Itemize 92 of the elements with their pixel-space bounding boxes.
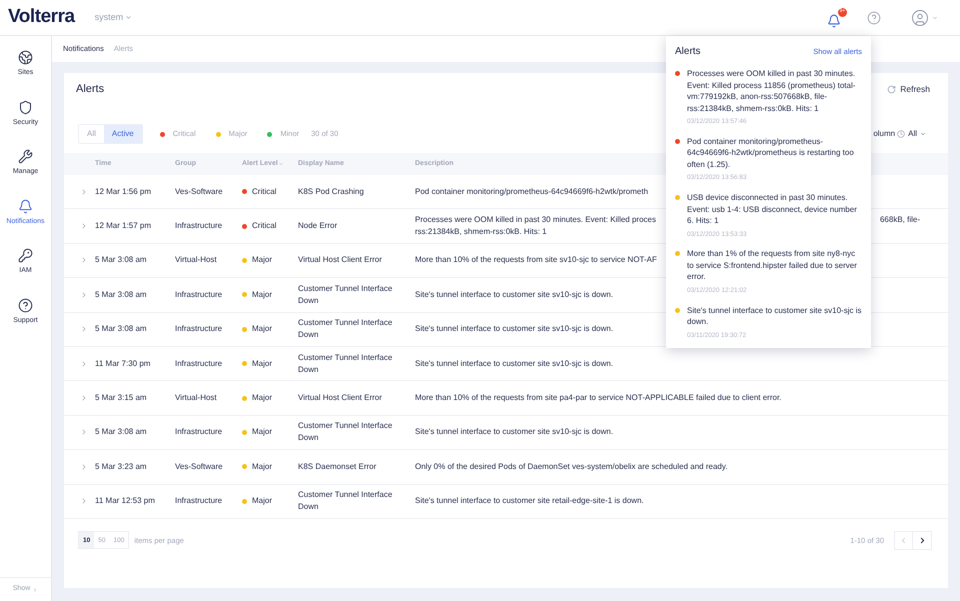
- table-cell: Major: [252, 495, 272, 508]
- table-cell: Ves-Software: [175, 462, 223, 471]
- table-cell: K8S Daemonset Error: [298, 462, 376, 471]
- table-cell: 5 Mar 3:08 am: [95, 255, 147, 264]
- expand-icon[interactable]: [80, 497, 88, 506]
- caret-icon: [920, 131, 926, 137]
- table-cell: Customer Tunnel Interface Down: [298, 284, 392, 305]
- filter-tab[interactable]: Active: [104, 125, 142, 143]
- table-cell: Site's tunnel interface to customer site sv10-sjc is down.: [415, 358, 614, 370]
- table-row[interactable]: 5 Mar 3:08 am Infrastructure Major Customer Tunnel Interface Down Site's tunnel interface to customer site sv10-sjc is down.: [64, 416, 948, 450]
- table-cell: 5 Mar 3:15 am: [95, 393, 147, 402]
- clock-icon: [897, 130, 906, 138]
- table-cell: 5 Mar 3:08 am: [95, 427, 147, 436]
- table-row[interactable]: 5 Mar 3:15 am Virtual-Host Major Virtual Host Client Error More than 10% of the requests from site pa4-par to service NOT-APPLICABLE failed due to client error.: [64, 381, 948, 416]
- table-cell: Customer Tunnel Interface Down: [298, 421, 392, 442]
- help-icon: [18, 298, 33, 312]
- table-cell: Site's tunnel interface to customer site retail-edge-site-1 is down.: [415, 495, 644, 508]
- table-cell: K8S Pod Crashing: [298, 186, 364, 196]
- help-icon[interactable]: [867, 10, 881, 24]
- table-cell: 5 Mar 3:23 am: [95, 462, 147, 471]
- table-row[interactable]: 5 Mar 3:23 am Ves-Software Major K8S Daemonset Error Only 0% of the desired Pods of DaemonSet ves-system/obelix are scheduled and ready.: [64, 450, 948, 485]
- wrench-icon: [18, 149, 33, 164]
- refresh-icon: [887, 84, 896, 94]
- table-cell: Node Error: [298, 221, 338, 230]
- table-cell: 668kB, file-: [880, 214, 920, 226]
- table-cell: Virtual-Host: [175, 255, 217, 264]
- table-cell: Only 0% of the desired Pods of DaemonSet ves-system/obelix are scheduled and ready.: [415, 460, 728, 473]
- table-cell: Virtual-Host: [175, 393, 217, 402]
- expand-icon[interactable]: [80, 222, 88, 230]
- table-cell: Major: [252, 358, 272, 370]
- table-row[interactable]: 11 Mar 12:53 pm Infrastructure Major Customer Tunnel Interface Down Site's tunnel interface to customer site retail-edge-site-1 is down.: [64, 484, 948, 519]
- table-cell: Virtual Host Client Error: [298, 393, 382, 402]
- user-menu-button[interactable]: [911, 8, 938, 26]
- user-icon: [911, 8, 929, 26]
- table-cell: More than 10% of the requests from site pa4-par to service NOT-APPLICABLE failed due to client error.: [415, 392, 782, 404]
- table-cell: Pod container monitoring/prometheus-64c94669f6-h2wtk/prometh: [415, 186, 648, 198]
- table-cell: Infrastructure: [175, 324, 222, 334]
- table-cell: rss:21384kB, shmem-rss:0kB. Hits: 1: [415, 226, 547, 238]
- logo: Volterra: [8, 5, 75, 30]
- key-icon: [18, 248, 33, 263]
- expand-icon[interactable]: [80, 325, 88, 334]
- table-cell: Critical: [252, 220, 276, 232]
- table-cell: Infrastructure: [175, 290, 222, 299]
- table-cell: Site's tunnel interface to customer site sv10-sjc is down.: [415, 323, 614, 336]
- table-cell: Major: [252, 392, 272, 404]
- bell-icon: [18, 198, 33, 214]
- table-cell: Processes were OOM killed in past 30 minutes. Event: Killed proces: [415, 214, 656, 226]
- table-cell: Site's tunnel interface to customer site sv10-sjc is down.: [415, 288, 614, 301]
- table-cell: 5 Mar 3:08 am: [95, 324, 147, 334]
- popup-title: Alerts: [675, 45, 701, 59]
- expand-icon[interactable]: [80, 290, 88, 299]
- expand-icon[interactable]: [80, 256, 88, 264]
- table-cell: Customer Tunnel Interface Down: [298, 352, 392, 374]
- expand-icon[interactable]: [80, 188, 88, 196]
- table-cell: Customer Tunnel Interface Down: [298, 490, 392, 512]
- table-cell: Infrastructure: [175, 496, 222, 506]
- caret-icon: [932, 14, 938, 20]
- expand-icon[interactable]: [80, 428, 88, 436]
- alert-text: Pod container monitoring/prometheus-64c94669f6-h2wtk/prometheus is restarting too often (1.25).: [687, 136, 855, 170]
- bell-icon: [827, 14, 841, 28]
- table-cell: Major: [252, 323, 272, 336]
- table-cell: 11 Mar 7:30 pm: [95, 358, 150, 368]
- expand-icon[interactable]: [80, 360, 88, 368]
- table-cell: 5 Mar 3:08 am: [95, 290, 147, 299]
- alert-text: Processes were OOM killed in past 30 minutes. Event: Killed process 11856 (prometheus) total-vm:779192kB, anon-rss:507668kB, file-rss:21384kB, shmem-rss:0kB. Hits: 1: [687, 68, 856, 114]
- globe-icon: [18, 50, 33, 65]
- table-cell: Customer Tunnel Interface Down: [298, 318, 392, 340]
- chevron-icon: [32, 586, 38, 592]
- table-cell: Virtual Host Client Error: [298, 255, 382, 264]
- shield-icon: [18, 100, 33, 114]
- table-cell: Site's tunnel interface to customer site sv10-sjc is down.: [415, 426, 614, 438]
- table-cell: Major: [252, 288, 272, 301]
- table-cell: Infrastructure: [175, 358, 222, 368]
- sort-icon: [278, 161, 284, 167]
- table-cell: Major: [252, 426, 272, 438]
- card-title: Alerts: [76, 82, 104, 97]
- column-button[interactable]: olumn: [873, 128, 896, 140]
- table-cell: Infrastructure: [175, 427, 222, 436]
- table-cell: More than 10% of the requests from site sv10-sjc to service NOT-AF: [415, 254, 657, 266]
- refresh-button[interactable]: Refresh: [887, 82, 930, 96]
- expand-icon[interactable]: [80, 394, 88, 402]
- caret-icon: [125, 14, 132, 21]
- expand-icon[interactable]: [80, 462, 88, 471]
- time-filter-dropdown[interactable]: All: [897, 128, 926, 140]
- table-cell: 12 Mar 1:56 pm: [95, 186, 152, 196]
- table-cell: Ves-Software: [175, 186, 223, 196]
- table-cell: Major: [252, 460, 272, 473]
- table-cell: 11 Mar 12:53 pm: [95, 496, 155, 506]
- table-cell: 12 Mar 1:57 pm: [95, 221, 152, 230]
- table-cell: Infrastructure: [175, 221, 222, 230]
- table-cell: Major: [252, 254, 272, 266]
- table-cell: Critical: [252, 186, 276, 198]
